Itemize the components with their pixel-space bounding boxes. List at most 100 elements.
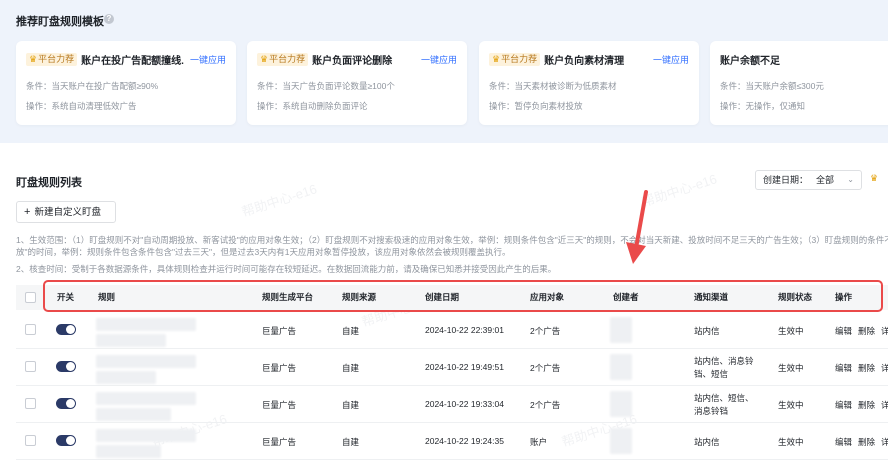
- template-name: 账户在投广告配额撞线...: [81, 55, 184, 67]
- row-status: 生效中: [778, 400, 804, 410]
- row-source: 自建: [342, 400, 360, 410]
- delete-button[interactable]: 删除: [858, 399, 875, 411]
- rule-name-redacted: [96, 371, 156, 384]
- row-channel-line2: 消息铃铛: [694, 406, 729, 416]
- detail-button[interactable]: 详: [881, 362, 888, 374]
- rule-toggle[interactable]: [56, 435, 76, 446]
- template-name: 账户负面评论删除: [312, 55, 393, 67]
- template-name: 账户余额不足: [720, 55, 780, 67]
- creator-redacted: [610, 354, 632, 380]
- table-row: 巨量广告 自建 2024-10-22 19:33:04 2个广告 站内信、短信、…: [16, 386, 888, 423]
- col-rule: 规则: [98, 292, 116, 302]
- plus-icon: +: [24, 206, 31, 218]
- apply-button[interactable]: 一键应用: [653, 53, 689, 66]
- col-platform: 规则生成平台: [262, 292, 314, 302]
- rule-toggle[interactable]: [56, 361, 76, 372]
- row-target[interactable]: 2个广告: [530, 399, 560, 411]
- row-source: 自建: [342, 363, 360, 373]
- platform-recommend-badge: ♛平台力荐: [489, 52, 541, 66]
- row-date: 2024-10-22 19:49:51: [425, 362, 504, 372]
- crown-icon: ♛: [260, 53, 269, 64]
- col-creator: 创建者: [613, 292, 639, 302]
- list-title: 盯盘规则列表: [16, 177, 82, 189]
- template-card-quota[interactable]: ♛平台力荐 账户在投广告配额撞线... 一键应用 条件：当天账户在投广告配额≥9…: [16, 41, 236, 125]
- template-card-balance[interactable]: 账户余额不足 条件：当天账户余额≤300元 操作：无操作，仅通知: [710, 41, 888, 125]
- row-channel: 站内信、消息铃: [694, 356, 754, 366]
- table-row: 巨量广告 自建 2024-10-22 19:24:35 账户 站内信 生效中 编…: [16, 423, 888, 460]
- creator-redacted: [610, 391, 632, 417]
- row-channel-line2: 铛、短信: [694, 369, 729, 379]
- creator-redacted: [610, 428, 632, 454]
- row-target[interactable]: 2个广告: [530, 325, 560, 337]
- template-card-material[interactable]: ♛平台力荐 账户负向素材清理 一键应用 条件：当天素材被诊断为低质素材 操作：暂…: [479, 41, 699, 125]
- platform-recommend-badge: ♛平台力荐: [26, 52, 78, 66]
- row-checkbox[interactable]: [25, 324, 36, 335]
- col-target: 应用对象: [530, 292, 565, 302]
- tip-icon[interactable]: ♛: [870, 173, 888, 187]
- row-checkbox[interactable]: [25, 398, 36, 409]
- row-platform: 巨量广告: [262, 437, 297, 447]
- filter-value: 全部: [816, 175, 835, 185]
- create-date-filter[interactable]: 创建日期： 全部 ⌄: [755, 170, 862, 190]
- rule-name-redacted: [96, 408, 171, 421]
- select-all-checkbox[interactable]: [25, 292, 36, 303]
- template-condition: 条件：当天账户在投广告配额≥90%: [26, 81, 159, 91]
- col-switch: 开关: [57, 292, 75, 302]
- table-row: 巨量广告 自建 2024-10-22 19:49:51 2个广告 站内信、消息铃…: [16, 349, 888, 386]
- row-channel: 站内信: [694, 326, 720, 336]
- col-status: 规则状态: [778, 292, 813, 302]
- template-card-comments[interactable]: ♛平台力荐 账户负面评论删除 一键应用 条件：当天广告负面评论数量≥100个 操…: [247, 41, 467, 125]
- delete-button[interactable]: 删除: [858, 362, 875, 374]
- row-date: 2024-10-22 19:33:04: [425, 399, 504, 409]
- col-date: 创建日期: [425, 292, 460, 302]
- note-line: 放"的时间，举例：规则条件包含条件包含"过去三天"，但是过去3天内有1天应用对象…: [16, 247, 511, 257]
- row-platform: 巨量广告: [262, 326, 297, 336]
- col-actions: 操作: [835, 292, 853, 302]
- delete-button[interactable]: 删除: [858, 325, 875, 337]
- template-section-title: 推荐盯盘规则模板: [16, 16, 104, 28]
- edit-button[interactable]: 编辑: [835, 325, 852, 337]
- new-custom-rule-button[interactable]: + 新建自定义盯盘: [16, 201, 116, 223]
- row-checkbox[interactable]: [25, 435, 36, 446]
- rule-name-redacted: [96, 445, 161, 458]
- row-platform: 巨量广告: [262, 400, 297, 410]
- edit-button[interactable]: 编辑: [835, 436, 852, 448]
- template-condition: 条件：当天素材被诊断为低质素材: [489, 81, 617, 91]
- row-target[interactable]: 2个广告: [530, 362, 560, 374]
- detail-button[interactable]: 详: [881, 325, 888, 337]
- edit-button[interactable]: 编辑: [835, 362, 852, 374]
- detail-button[interactable]: 详: [881, 436, 888, 448]
- apply-button[interactable]: 一键应用: [421, 53, 457, 66]
- row-target[interactable]: 账户: [530, 436, 547, 448]
- template-name: 账户负向素材清理: [544, 55, 625, 67]
- rule-toggle[interactable]: [56, 398, 76, 409]
- rule-name-redacted: [96, 334, 166, 347]
- apply-button[interactable]: 一键应用: [190, 53, 226, 66]
- delete-button[interactable]: 删除: [858, 436, 875, 448]
- platform-recommend-badge: ♛平台力荐: [257, 52, 309, 66]
- row-date: 2024-10-22 22:39:01: [425, 325, 504, 335]
- chevron-down-icon: ⌄: [847, 175, 854, 184]
- row-status: 生效中: [778, 437, 804, 447]
- row-checkbox[interactable]: [25, 361, 36, 372]
- rule-toggle[interactable]: [56, 324, 76, 335]
- help-icon[interactable]: ?: [104, 14, 114, 24]
- rule-name-redacted: [96, 318, 196, 331]
- edit-button[interactable]: 编辑: [835, 399, 852, 411]
- detail-button[interactable]: 详: [881, 399, 888, 411]
- rule-name-redacted: [96, 429, 196, 442]
- row-channel: 站内信、短信、: [694, 393, 754, 403]
- template-condition: 条件：当天账户余额≤300元: [720, 81, 824, 91]
- row-status: 生效中: [778, 363, 804, 373]
- row-date: 2024-10-22 19:24:35: [425, 436, 504, 446]
- row-source: 自建: [342, 326, 360, 336]
- watermark: 帮助中心-e16: [639, 171, 719, 210]
- creator-redacted: [610, 317, 632, 343]
- row-source: 自建: [342, 437, 360, 447]
- crown-icon: ♛: [492, 53, 501, 64]
- col-source: 规则来源: [342, 292, 377, 302]
- row-channel: 站内信: [694, 437, 720, 447]
- col-channel: 通知渠道: [694, 292, 729, 302]
- template-condition: 条件：当天广告负面评论数量≥100个: [257, 81, 395, 91]
- filter-label: 创建日期：: [763, 175, 809, 185]
